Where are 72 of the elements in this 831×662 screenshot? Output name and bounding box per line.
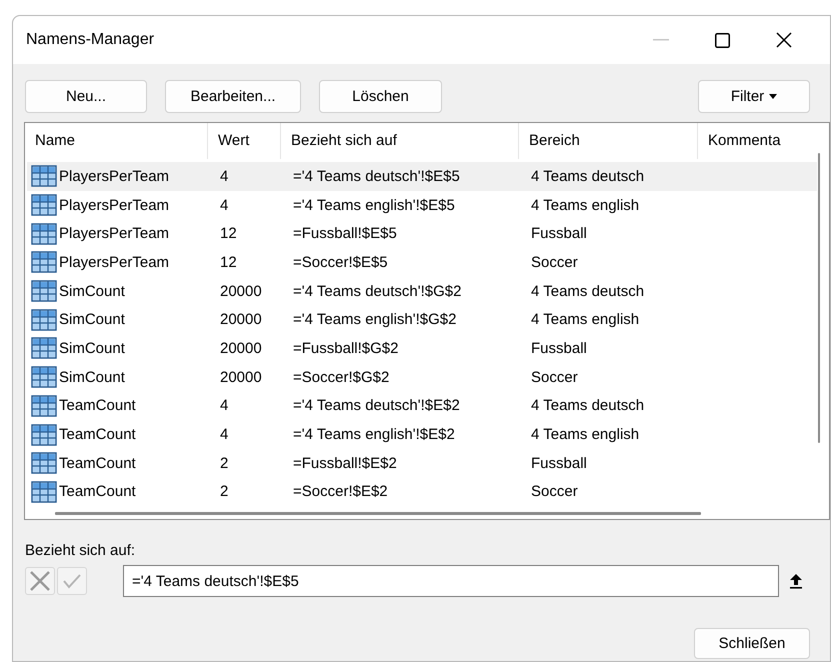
name-cell: SimCount <box>59 368 125 386</box>
reference-cell-text: ='4 Teams english'!$E$5 <box>292 196 456 214</box>
value-cell-text: 2 <box>219 483 230 500</box>
toolbar-button[interactable]: Neu... <box>25 80 147 113</box>
reference-cell-text: =Fussball!$E$2 <box>292 454 398 472</box>
scope-cell-text: Soccer <box>530 483 579 500</box>
table-row[interactable]: SimCount 20000 ='4 Teams english'!$G$2 4 Teams english <box>27 305 817 334</box>
name-cell: SimCount <box>59 311 125 328</box>
table-row[interactable]: PlayersPerTeam 12 =Soccer!$E$5 Soccer <box>27 248 817 277</box>
scope-cell-text: Soccer <box>530 254 579 271</box>
value-cell-text: 4 <box>219 168 230 185</box>
value-cell-text: 4 <box>219 426 230 444</box>
name-cell: SimCount <box>59 340 125 357</box>
value-cell-text: 4 <box>219 397 230 414</box>
table-row[interactable]: TeamCount 2 =Soccer!$E$2 Soccer <box>27 478 817 506</box>
name-cell: PlayersPerTeam <box>59 254 170 271</box>
scope-cell-text: Fussball <box>530 454 588 472</box>
table-row[interactable]: PlayersPerTeam 12 =Fussball!$E$5 Fussball <box>27 219 817 248</box>
column-header[interactable]: Name <box>25 123 208 159</box>
close-button[interactable]: Schließen <box>694 628 810 659</box>
reference-field[interactable]: ='4 Teams deutsch'!$E$5 <box>123 565 779 597</box>
reference-cell-text: =Fussball!$G$2 <box>292 340 400 357</box>
table-row[interactable]: SimCount 20000 =Fussball!$G$2 Fussball <box>27 334 817 363</box>
table-row[interactable]: PlayersPerTeam 4 ='4 Teams english'!$E$5 4 Teams english <box>27 190 817 220</box>
reference-cell-text: =Fussball!$E$5 <box>292 225 398 242</box>
table-row[interactable]: TeamCount 4 ='4 Teams deutsch'!$E$2 4 Teams deutsch <box>27 392 817 420</box>
scope-cell-text: Fussball <box>530 225 588 242</box>
value-cell-text: 20000 <box>219 368 263 386</box>
table-row[interactable]: TeamCount 2 =Fussball!$E$2 Fussball <box>27 448 817 478</box>
value-cell-text: 4 <box>219 196 230 214</box>
value-cell-text: 2 <box>219 454 230 472</box>
toolbar-button[interactable]: Bearbeiten... <box>165 80 301 113</box>
reference-cell-text: ='4 Teams deutsch'!$E$5 <box>292 168 461 185</box>
reference-cell-text: =Soccer!$E$5 <box>292 254 389 271</box>
scope-cell-text: 4 Teams english <box>530 311 640 328</box>
name-cell: PlayersPerTeam <box>59 225 170 242</box>
table-row[interactable]: SimCount 20000 =Soccer!$G$2 Soccer <box>27 362 817 392</box>
reference-cell-text: ='4 Teams english'!$E$2 <box>292 426 456 444</box>
name-cell: PlayersPerTeam <box>59 196 170 214</box>
name-cell: TeamCount <box>59 426 136 444</box>
field-label: Bezieht sich auf: <box>25 542 136 559</box>
reference-cell-text: =Soccer!$G$2 <box>292 368 390 386</box>
value-cell-text: 12 <box>219 254 238 271</box>
reference-cell-text: ='4 Teams english'!$G$2 <box>292 311 458 328</box>
reference-cell-text: ='4 Teams deutsch'!$E$2 <box>292 397 461 414</box>
scope-cell-text: 4 Teams deutsch <box>530 168 646 185</box>
scope-cell-text: 4 Teams deutsch <box>530 397 646 414</box>
table-row[interactable]: SimCount 20000 ='4 Teams deutsch'!$G$2 4 Teams deutsch <box>27 276 817 306</box>
scope-cell-text: 4 Teams english <box>530 196 640 214</box>
name-cell: TeamCount <box>59 483 136 500</box>
reference-cell-text: ='4 Teams deutsch'!$G$2 <box>292 282 462 300</box>
column-header[interactable]: Bereich <box>519 123 698 159</box>
name-cell: TeamCount <box>59 454 136 472</box>
value-cell-text: 20000 <box>219 340 263 357</box>
name-cell: TeamCount <box>59 397 136 414</box>
window-title: Namens-Manager <box>26 31 156 49</box>
name-cell: SimCount <box>59 282 125 300</box>
scope-cell-text: Soccer <box>530 368 579 386</box>
value-cell-text: 20000 <box>219 282 263 300</box>
reference-cell-text: =Soccer!$E$2 <box>292 483 389 500</box>
scope-cell-text: Fussball <box>530 340 588 357</box>
scope-cell-text: 4 Teams deutsch <box>530 282 646 300</box>
name-cell: PlayersPerTeam <box>59 168 170 185</box>
column-header[interactable]: Bezieht sich auf <box>281 123 519 159</box>
column-header[interactable]: Wert <box>208 123 281 159</box>
table-row[interactable]: PlayersPerTeam 4 ='4 Teams deutsch'!$E$5 4 Teams deutsch <box>27 162 817 191</box>
value-cell-text: 12 <box>219 225 238 242</box>
filter-button[interactable]: Filter <box>698 80 810 113</box>
toolbar-button[interactable]: Löschen <box>319 80 442 113</box>
value-cell-text: 20000 <box>219 311 263 328</box>
table-row[interactable]: TeamCount 4 ='4 Teams english'!$E$2 4 Teams english <box>27 420 817 449</box>
scope-cell-text: 4 Teams english <box>530 426 640 444</box>
